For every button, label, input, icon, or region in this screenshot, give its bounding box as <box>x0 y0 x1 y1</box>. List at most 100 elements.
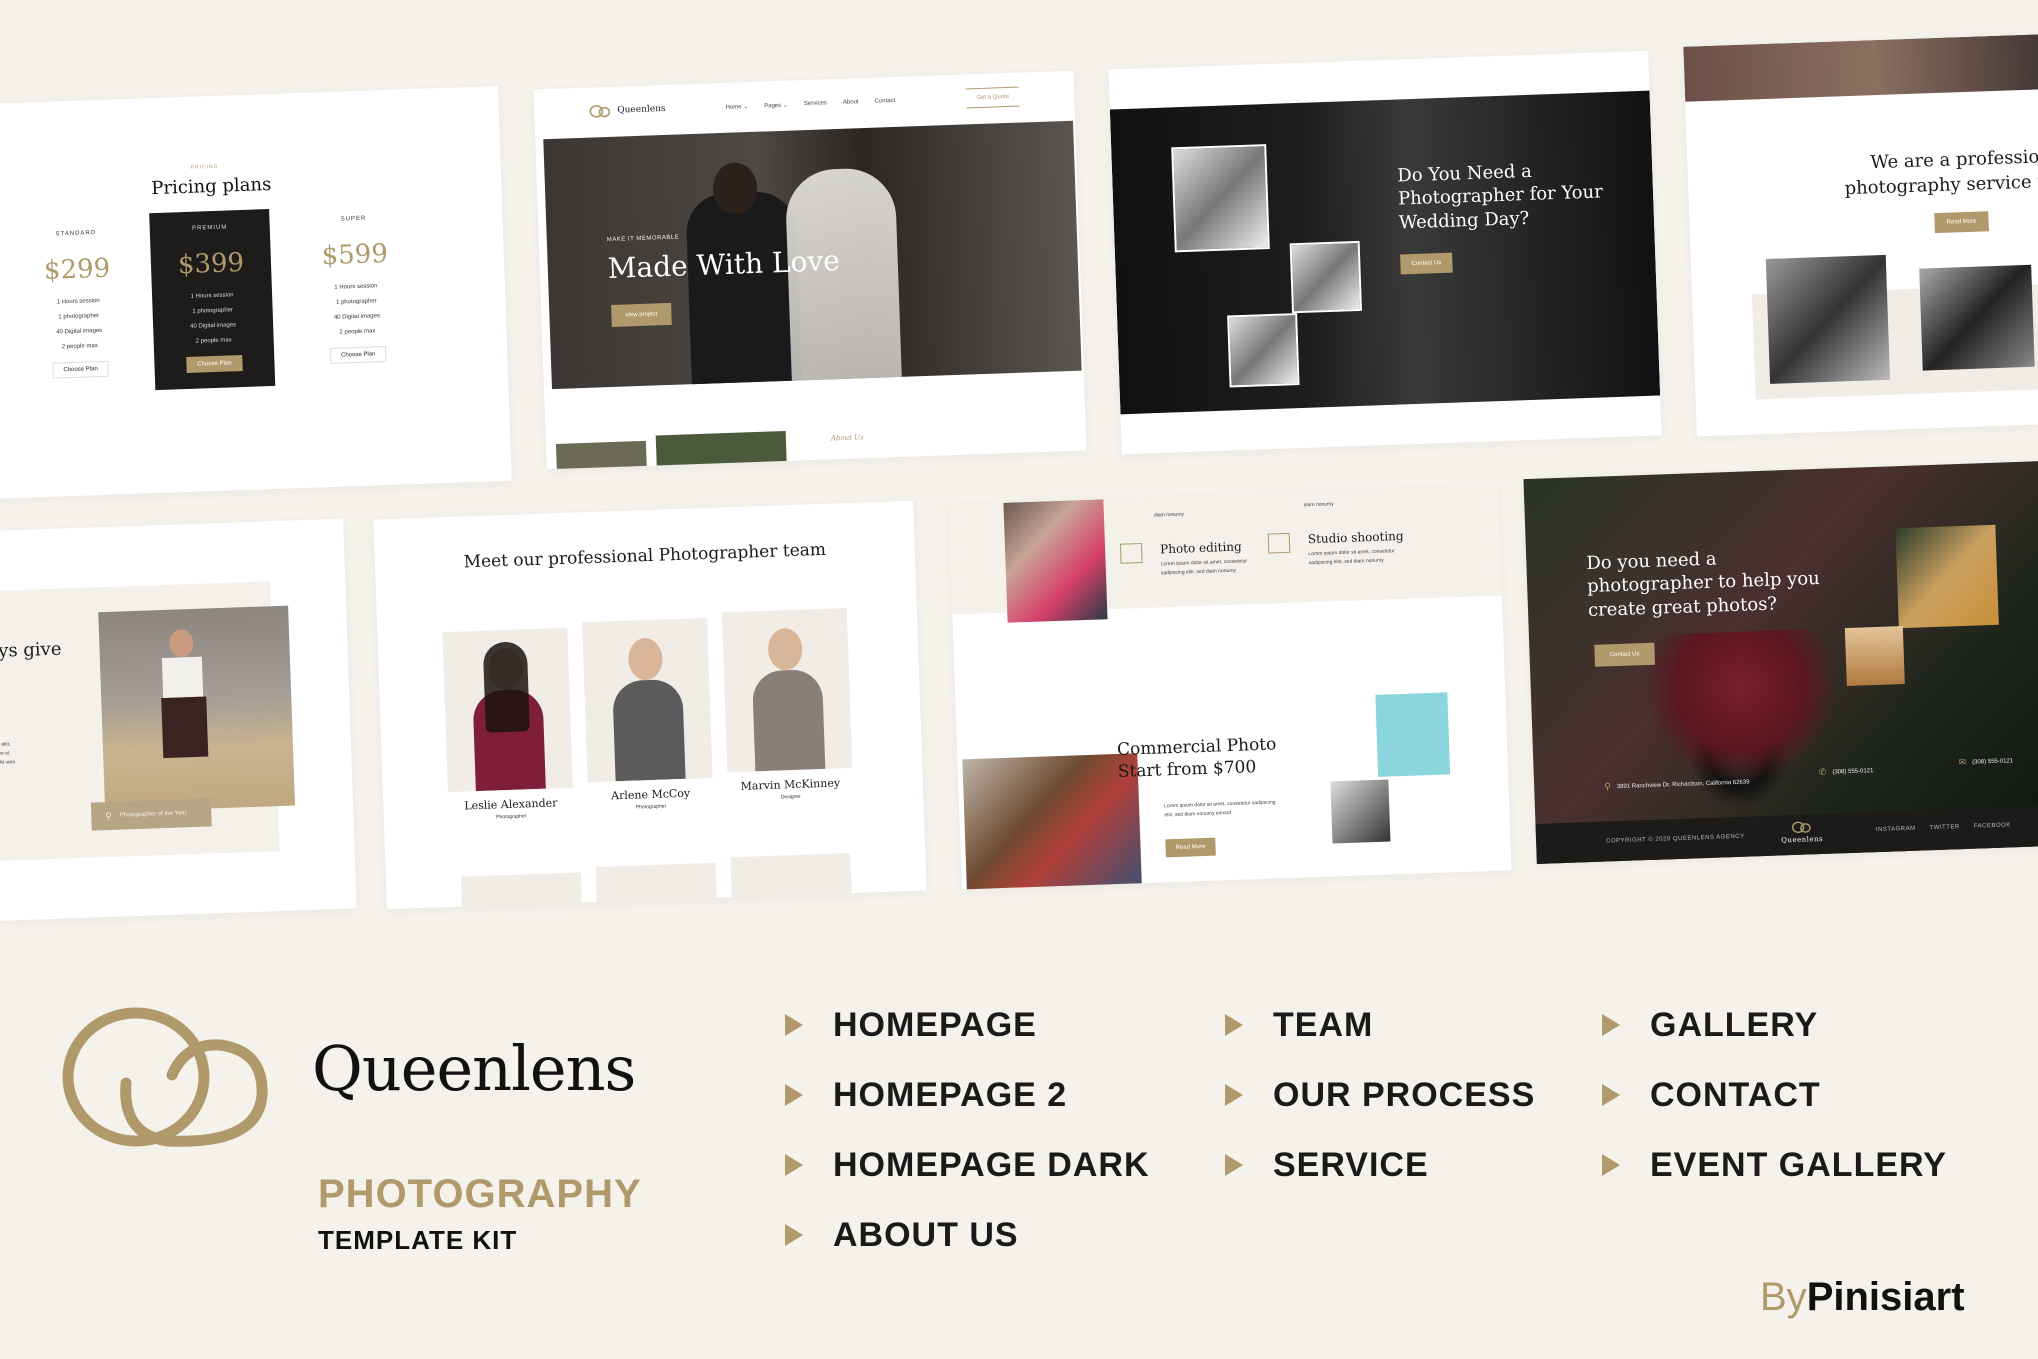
service-text: Lorem ipsum dolor sit amet, consetetur s… <box>1308 548 1395 567</box>
plan-price: $299 <box>43 253 111 286</box>
location-pin-icon: ⚲ <box>1604 781 1611 792</box>
contact-email[interactable]: ✉ (308) 555-0121 <box>1958 755 2013 768</box>
triangle-bullet-icon <box>1225 1154 1243 1176</box>
team-member-card[interactable]: Leslie Alexander Photographer <box>442 627 574 822</box>
byline-author: Pinisiart <box>1806 1275 1965 1319</box>
nav-link-services[interactable]: Services <box>804 100 827 108</box>
about2-title: ays give <box>0 638 62 663</box>
plan-name: PREMIUM <box>191 224 228 232</box>
rings-logo-icon <box>589 105 611 118</box>
social-link-facebook[interactable]: FACEBOOK <box>1974 822 2011 829</box>
team-member-photo <box>595 862 717 907</box>
team-member-photo <box>721 608 853 773</box>
studio-light-icon <box>1267 532 1291 554</box>
fashion-woman-photo <box>98 605 296 813</box>
team-member-role: Photographer <box>496 813 527 821</box>
social-link-instagram[interactable]: INSTAGRAM <box>1876 826 1916 833</box>
triangle-bullet-icon <box>1225 1084 1243 1106</box>
hero-banner: MAKE IT MEMORABLE Made With Love view pr… <box>543 120 1082 390</box>
service-name: Studio shooting <box>1307 528 1404 547</box>
contact-us-button[interactable]: Contact Us <box>1400 252 1453 275</box>
plan-super: SUPER $599 1 Hours session 1 photographe… <box>293 214 418 365</box>
choose-plan-button[interactable]: Choose Plan <box>329 346 387 364</box>
award-badge: ⚲ Photographer of the Year <box>90 798 212 831</box>
plan-name: SUPER <box>340 215 367 223</box>
page-item-about-us[interactable]: ABOUT US <box>785 1200 1150 1270</box>
team-member-card[interactable]: Marvin McKinney Designer <box>721 608 854 802</box>
service-top-text: diam nonumy <box>1153 511 1185 519</box>
service-top-text: diam nonumy <box>1303 501 1334 509</box>
plan-feature: 2 people max <box>61 343 98 351</box>
pages-list-col1: HOMEPAGE HOMEPAGE 2 HOMEPAGE DARK ABOUT … <box>785 990 1150 1270</box>
nav-links: Home ⌄ Pages ⌄ Services About Contact <box>725 97 895 110</box>
about-portrait-2 <box>1919 264 2035 371</box>
page-item-team[interactable]: TEAM <box>1225 990 1535 1060</box>
nav-link-pages[interactable]: Pages ⌄ <box>764 101 788 109</box>
view-project-button[interactable]: view project <box>611 302 672 327</box>
get-quote-button[interactable]: Get a Quote <box>966 86 1020 109</box>
couple-photo-2 <box>1289 240 1363 314</box>
couple-photo-1 <box>1171 144 1270 253</box>
read-more-button[interactable]: Read More <box>1165 837 1216 858</box>
brand-name: Queenlens <box>312 1032 636 1105</box>
team-member-card[interactable]: Arlene McCoy Photographer <box>582 617 714 812</box>
footer-logo[interactable]: Queenlens <box>1781 820 1823 844</box>
page-item-label: HOMEPAGE <box>833 1005 1037 1044</box>
page-item-homepage[interactable]: HOMEPAGE <box>785 990 1150 1060</box>
about2-body-line: uo. At vero <box>0 759 16 766</box>
about-top-photo <box>1683 33 2038 102</box>
address-text: 3891 Ranchview Dr. Richardson, Californi… <box>1616 778 1750 790</box>
page-item-label: ABOUT US <box>833 1215 1019 1254</box>
plan-price: $599 <box>321 238 389 272</box>
triangle-bullet-icon <box>1602 1014 1620 1036</box>
page-item-gallery[interactable]: GALLERY <box>1602 990 1947 1060</box>
page-item-label: HOMEPAGE 2 <box>833 1075 1068 1114</box>
contact-phone[interactable]: ✆ (308) 555-0121 <box>1819 765 1874 778</box>
nav-link-about[interactable]: About <box>843 99 859 107</box>
page-item-homepage-dark[interactable]: HOMEPAGE DARK <box>785 1130 1150 1200</box>
social-link-twitter[interactable]: TWITTER <box>1929 824 1959 831</box>
nav-link-home[interactable]: Home ⌄ <box>725 103 748 111</box>
choose-plan-button[interactable]: Choose Plan <box>186 355 243 373</box>
about-photo-2 <box>655 430 787 470</box>
team-member-name: Marvin McKinney <box>740 776 841 793</box>
nav-brand[interactable]: Queenlens <box>589 102 666 119</box>
wedding-cta-background <box>1109 90 1661 415</box>
page-item-label: GALLERY <box>1650 1005 1819 1044</box>
triangle-bullet-icon <box>1225 1014 1243 1036</box>
white-shoes-photo <box>1330 779 1391 844</box>
page-item-homepage-2[interactable]: HOMEPAGE 2 <box>785 1060 1150 1130</box>
services-preview-card: diam nonumy diam nonumy Photo editing Lo… <box>948 485 1512 890</box>
service-text: Lorem ipsum dolor sit amet, consetetur s… <box>1160 558 1248 577</box>
choose-plan-button[interactable]: Choose Plan <box>52 360 109 379</box>
team-member-name: Leslie Alexander <box>464 796 558 813</box>
wedding-cta-preview-card: Do You Need a Photographer for Your Wedd… <box>1108 50 1662 455</box>
triangle-bullet-icon <box>785 1154 803 1176</box>
author-byline: ByPinisiart <box>1760 1275 1965 1320</box>
about-script-label: About Us <box>830 433 864 443</box>
nav-link-contact[interactable]: Contact <box>874 97 895 105</box>
commercial-title: Commercial Photo Start from $700 <box>1116 734 1277 783</box>
team-member-role: Photographer <box>635 803 667 811</box>
team-member-photo <box>730 853 852 898</box>
read-more-button[interactable]: Read More <box>1934 211 1989 234</box>
page-item-label: CONTACT <box>1650 1075 1821 1114</box>
page-item-label: EVENT GALLERY <box>1650 1145 1947 1184</box>
page-item-our-process[interactable]: OUR PROCESS <box>1225 1060 1535 1130</box>
team-member-photo <box>442 627 573 793</box>
page-item-label: TEAM <box>1273 1005 1374 1044</box>
about-photo-1 <box>555 440 647 470</box>
sunset-woman-photo <box>1844 626 1905 687</box>
page-item-event-gallery[interactable]: EVENT GALLERY <box>1602 1130 1947 1200</box>
about-title: We are a professional photography servic… <box>1844 145 2038 200</box>
homepage-preview-card: Queenlens Home ⌄ Pages ⌄ Services About … <box>533 70 1087 470</box>
couple-photo-3 <box>1227 313 1300 388</box>
service-photo-editing: Photo editing Lorem ipsum dolor sit amet… <box>1119 539 1251 578</box>
phone-icon: ✆ <box>1818 766 1827 778</box>
site-footer: COPYRIGHT © 2020 QUEENLENS AGENCY Queenl… <box>1535 805 2038 864</box>
contact-us-button[interactable]: Contact Us <box>1594 642 1655 667</box>
about2-body: cing elitr, abore et uo. At vero <box>0 740 15 768</box>
phone-text: (308) 555-0121 <box>1832 767 1874 776</box>
page-item-contact[interactable]: CONTACT <box>1602 1060 1947 1130</box>
page-item-service[interactable]: SERVICE <box>1225 1130 1535 1200</box>
